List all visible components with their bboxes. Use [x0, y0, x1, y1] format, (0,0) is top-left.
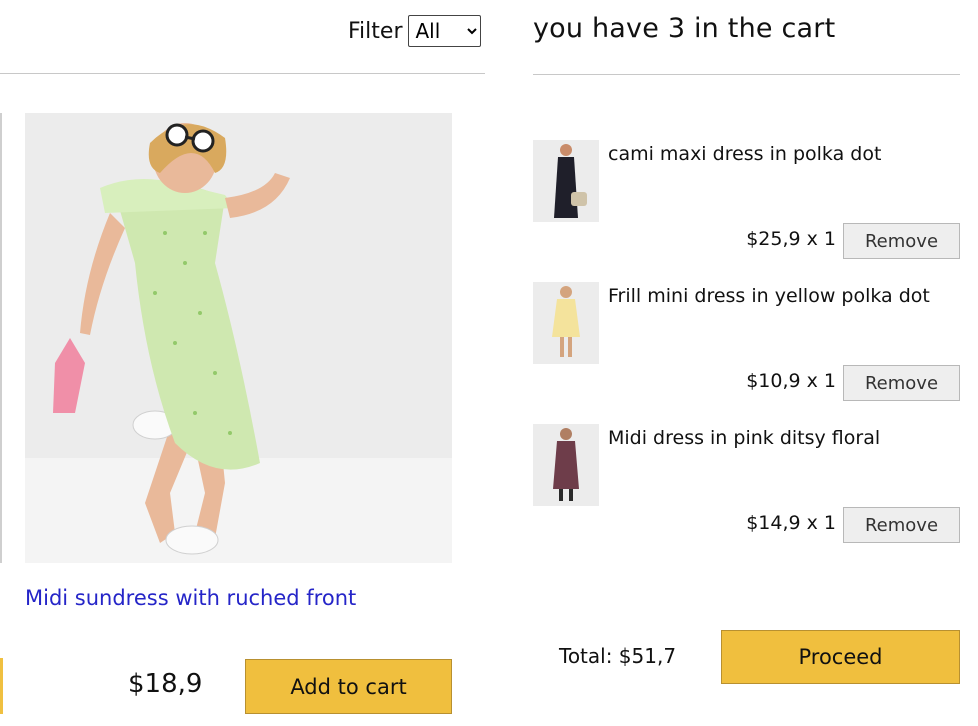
- divider: [533, 74, 960, 75]
- cart-item-title: Frill mini dress in yellow polka dot: [608, 285, 930, 307]
- cart-item-price: $10,9 x 1: [746, 370, 836, 392]
- filter-select[interactable]: All: [408, 15, 482, 47]
- cart-item-title: Midi dress in pink ditsy floral: [608, 427, 881, 449]
- remove-button[interactable]: Remove: [843, 507, 960, 543]
- remove-button[interactable]: Remove: [843, 223, 960, 259]
- cart-item-price: $14,9 x 1: [746, 512, 836, 534]
- product-image[interactable]: [25, 113, 452, 563]
- product-title-link[interactable]: Midi sundress with ruched front: [25, 586, 356, 610]
- cart-total: Total: $51,7: [559, 644, 677, 668]
- photo-model-green-dress-icon: [25, 113, 452, 563]
- proceed-button[interactable]: Proceed: [721, 630, 960, 684]
- previous-card-edge: [0, 113, 2, 563]
- shop-page: Filter All Midi sundress with ruched fro…: [0, 0, 978, 726]
- cart-header: you have 3 in the cart: [533, 13, 836, 44]
- filter-bar: Filter All: [348, 15, 482, 47]
- filter-label: Filter: [348, 18, 403, 44]
- cart-item-title: cami maxi dress in polka dot: [608, 143, 882, 165]
- divider: [0, 73, 485, 74]
- cart-item: Frill mini dress in yellow polka dot $10…: [533, 282, 960, 407]
- previous-card-button-edge: [0, 658, 3, 714]
- remove-button[interactable]: Remove: [843, 365, 960, 401]
- photo-yellow-mini-dress-icon: [533, 282, 599, 364]
- cart-item-price: $25,9 x 1: [746, 228, 836, 250]
- cart-item-thumbnail: [533, 140, 599, 222]
- cart-item-thumbnail: [533, 282, 599, 364]
- cart-item: Midi dress in pink ditsy floral $14,9 x …: [533, 424, 960, 549]
- product-price: $18,9: [128, 669, 203, 699]
- photo-pink-floral-midi-dress-icon: [533, 424, 599, 506]
- cart-item: cami maxi dress in polka dot $25,9 x 1 R…: [533, 140, 960, 265]
- photo-polka-dot-maxi-dress-icon: [533, 140, 599, 222]
- add-to-cart-button[interactable]: Add to cart: [245, 659, 452, 714]
- cart-item-thumbnail: [533, 424, 599, 506]
